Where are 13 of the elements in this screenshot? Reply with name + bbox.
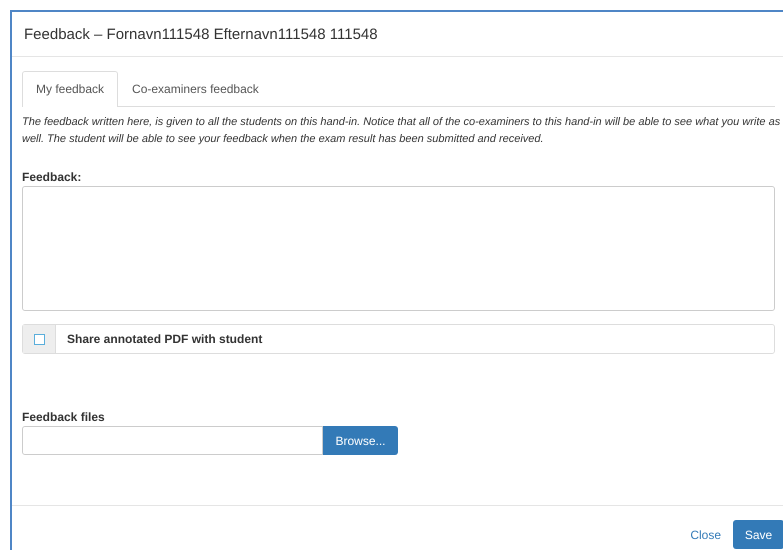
feedback-field[interactable] <box>22 186 775 311</box>
field-label: Feedback files <box>22 410 106 424</box>
dialog-title: Feedback – Fornavn111548 Efternavn111548 111548 <box>24 26 378 42</box>
tab[interactable]: My feedback <box>22 71 118 107</box>
tab[interactable]: Co-examiners feedback <box>118 71 273 106</box>
close-link[interactable]: Close <box>684 528 727 542</box>
file-field[interactable] <box>22 426 323 455</box>
browse-button[interactable]: Browse... <box>323 426 398 455</box>
notice-text: The feedback written here, is given to all the students on this hand-in. Notice that all of the co-examiners to this hand-in will be able to see what you write as well. The student will be able to see your feedback when the exam result has been submitted and received. <box>22 115 782 147</box>
checkbox-label: Share annotated PDF with student <box>66 331 262 348</box>
checkbox[interactable] <box>34 334 44 344</box>
save-button[interactable]: Save <box>733 520 783 549</box>
field-label: Feedback: <box>22 170 82 184</box>
